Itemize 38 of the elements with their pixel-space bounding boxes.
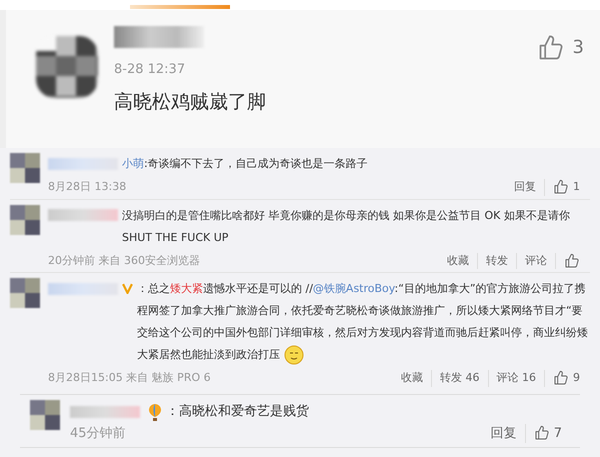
action-link[interactable]: 转发 46: [440, 371, 480, 384]
blurred-username: [48, 158, 118, 170]
comment-time: 45分钟前: [70, 424, 126, 442]
like-count: 3: [572, 36, 584, 60]
blurred-username: [48, 282, 118, 295]
comment-text: 高晓松鸡贼崴了脚: [114, 90, 267, 114]
comment-time: 8-28 12:37: [114, 61, 186, 79]
action-link[interactable]: 回复: [514, 180, 536, 193]
comment-text: ：高晓松和爱奇艺是贱货: [166, 402, 309, 420]
avatar-placeholder: [36, 36, 98, 98]
blurred-username: [70, 406, 140, 418]
comment-meta: 20分钟前 来自 360安全浏览器: [48, 252, 200, 268]
action-link[interactable]: 回复: [490, 426, 517, 440]
blurred-username: [48, 209, 118, 222]
comment-text: :奇谈编不下去了，自己成为奇谈也是一条路子: [144, 157, 368, 170]
comment-text: ：总之矮大紧遗憾水平还是可以的 //@铁腕AstroBoy:“目的地加拿大”的官方旅游公司拉了携程网签了加拿大推广旅游合同，依托爱奇艺晓松奇谈做旅游推广，所以矮大紧网络节目才“要交给这个公司的中国外包部门详细审核，然后对方发现内容背道而驰后赶紧叫停，商业纠纷矮大紧居然也能扯淡到政治打压: [137, 282, 588, 361]
like-count: 1: [573, 179, 580, 195]
thumbs-up-icon[interactable]: [553, 370, 569, 386]
thumbs-up-icon[interactable]: [536, 34, 565, 62]
like-count: 7: [554, 424, 562, 442]
action-link[interactable]: 收藏: [401, 371, 423, 384]
thumbs-up-icon[interactable]: [564, 252, 580, 269]
comment-meta: 8月28日15:05 来自 魅族 PRO 6: [48, 370, 211, 386]
action-link[interactable]: 评论 16: [496, 371, 536, 384]
action-link[interactable]: 收藏: [447, 254, 469, 266]
thumbs-up-icon[interactable]: [534, 425, 550, 442]
username[interactable]: 小萌: [122, 157, 144, 170]
action-link[interactable]: 转发: [486, 254, 508, 266]
comment-text: 没搞明白的是管住嘴比啥都好 毕竟你赚的是你母亲的钱 如果你是公益节目 OK 如果不是请你SHUT THE FUCK UP: [122, 208, 570, 244]
thumbs-up-icon[interactable]: [553, 179, 569, 196]
avatar-placeholder: [30, 400, 60, 430]
balloon-icon: [148, 402, 162, 420]
avatar-placeholder: [10, 153, 40, 183]
like-count: 9: [573, 370, 580, 386]
avatar-placeholder: [10, 278, 40, 308]
avatar-placeholder: [10, 204, 40, 234]
comment-meta: 8月28日 13:38: [48, 179, 126, 195]
action-link[interactable]: 评论: [525, 254, 547, 266]
